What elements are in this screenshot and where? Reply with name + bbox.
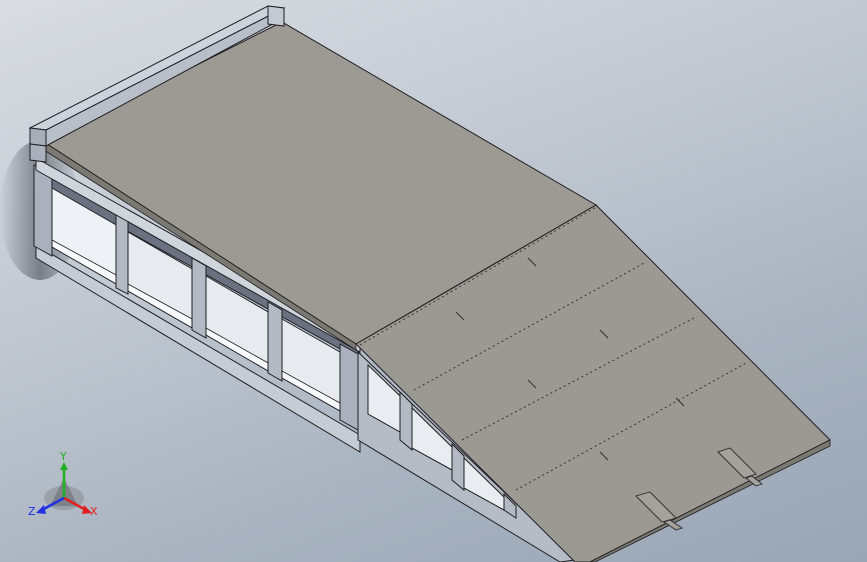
frame-post (191, 257, 207, 339)
handrail-post (267, 5, 285, 27)
z-axis-label: Z (28, 505, 36, 518)
handrail-post (29, 143, 47, 163)
y-axis-arrow-icon (60, 462, 68, 470)
model-view[interactable] (0, 0, 867, 562)
handrail-bar-side (29, 127, 47, 147)
frame-post (115, 213, 129, 295)
graphics-viewport[interactable]: Y X Z (0, 0, 867, 562)
frame-post (267, 301, 283, 382)
frame-post (339, 343, 359, 431)
frame-post (33, 164, 53, 257)
z-axis-arrow-icon (36, 505, 46, 514)
x-axis-label: X (90, 505, 98, 518)
ramp-post (399, 390, 413, 452)
y-axis-label: Y (59, 450, 67, 463)
reference-triad: Y X Z (28, 450, 98, 518)
